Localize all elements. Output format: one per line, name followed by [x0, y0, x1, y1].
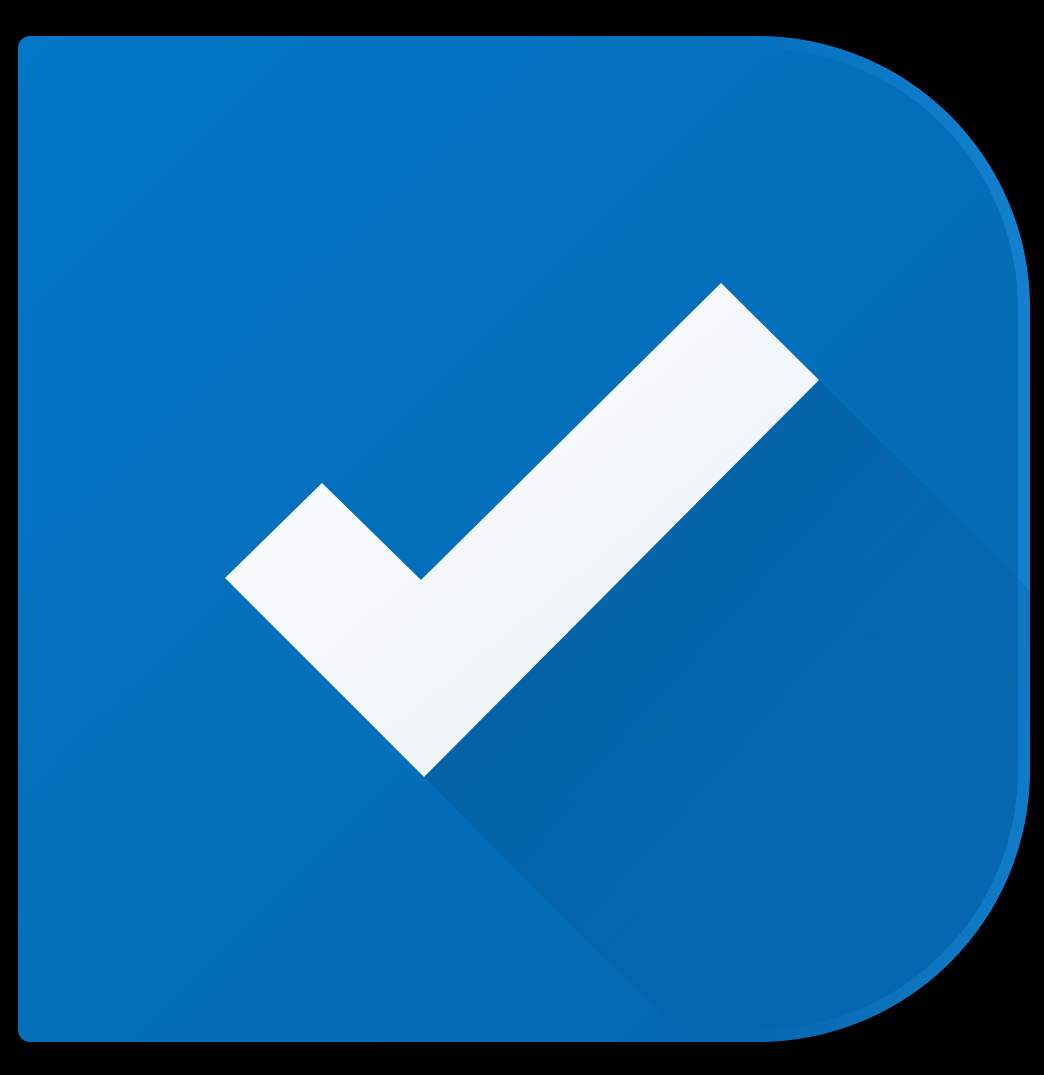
app-icon-graphic	[18, 36, 1030, 1042]
app-icon[interactable]	[0, 0, 1044, 1075]
